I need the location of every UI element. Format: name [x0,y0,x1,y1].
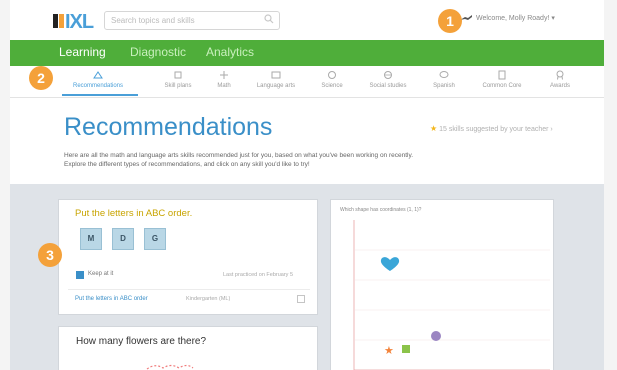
callout-badge: 1 [438,9,462,33]
skill-card-title[interactable]: Put the letters in ABC order. [75,208,192,219]
subnav-label: Social studies [369,83,407,89]
callout-badge: 3 [38,243,62,267]
flower-illustration [146,364,194,370]
tab-analytics[interactable]: Analytics [206,45,254,59]
intro-line: Here are all the math and language arts … [64,152,414,159]
sub-nav: Recommendations Skill plans Math Languag… [10,66,604,98]
letter-tile: D [112,228,134,250]
skill-link[interactable]: Put the letters in ABC order [75,296,148,302]
tab-diagnostic[interactable]: Diagnostic [130,45,186,59]
page-title: Recommendations [64,113,273,141]
logo-text: IXL [65,11,94,33]
subnav-label: Spanish [433,83,455,89]
document-icon [498,70,506,80]
divider [68,289,310,290]
logo-bar [59,14,64,28]
subnav-label: Skill plans [164,83,192,89]
search-input[interactable]: Search topics and skills [104,11,280,30]
skill-card-title[interactable]: How many flowers are there? [76,336,206,347]
keep-at-it-icon [76,271,84,279]
intro-line: Explore the different types of recommend… [64,161,310,168]
speech-icon [439,71,449,78]
subnav-label: Language arts [256,83,296,89]
subnav-label: Recommendations [72,83,124,89]
science-icon [328,71,336,79]
teacher-note: 15 skills suggested by your teacher › [439,126,553,133]
checkbox[interactable] [297,295,305,303]
recommendations-icon [93,71,103,79]
app-window: IXL Search topics and skills Welcome, Mo… [10,0,604,370]
teacher-suggestions-link[interactable]: ★ 15 skills suggested by your teacher › [430,124,553,133]
subnav-language-arts[interactable]: Language arts [246,70,306,89]
tab-learning[interactable]: Learning [59,45,106,59]
subnav-common-core[interactable]: Common Core [472,70,532,89]
top-bar: IXL Search topics and skills Welcome, Mo… [10,0,604,40]
star-icon: ★ [430,124,438,133]
coordinate-plane: ★ [353,220,550,370]
heart-icon [380,257,400,271]
last-practiced: Last practiced on February 5 [223,272,294,278]
ixl-logo[interactable]: IXL [53,11,95,33]
subnav-label: Science [321,83,343,89]
subnav-science[interactable]: Science [302,70,362,89]
intro-text: Here are all the math and language arts … [64,151,584,169]
subnav-social-studies[interactable]: Social studies [358,70,418,89]
subnav-spanish[interactable]: Spanish [414,70,474,89]
subnav-label: Math [217,83,231,89]
skill-card-title[interactable]: Which shape has coordinates (1, 1)? [340,207,421,213]
book-icon [271,71,281,79]
grade-label: Kindergarten (ML) [186,296,231,302]
globe-icon [384,71,392,79]
keep-at-it-label: Keep at it [88,271,114,277]
circle-icon [431,331,441,341]
subnav-awards[interactable]: Awards [530,70,590,89]
search-icon[interactable] [264,14,274,24]
letter-tile: G [144,228,166,250]
letter-tile: M [80,228,102,250]
math-icon [220,71,228,79]
subnav-label: Awards [550,83,570,89]
callout-badge: 2 [29,66,53,90]
main-nav: Learning Diagnostic Analytics [10,40,604,66]
subnav-math[interactable]: Math [194,70,254,89]
logo-bar [53,14,58,28]
welcome-menu[interactable]: Welcome, Molly Roady! ▾ [476,14,555,22]
active-tab-indicator [62,94,138,96]
award-icon [556,70,564,80]
square-icon [402,345,410,353]
skill-plans-icon [174,71,182,79]
subnav-recommendations[interactable]: Recommendations [68,70,128,89]
subnav-label: Common Core [482,83,522,89]
star-icon: ★ [384,344,394,357]
